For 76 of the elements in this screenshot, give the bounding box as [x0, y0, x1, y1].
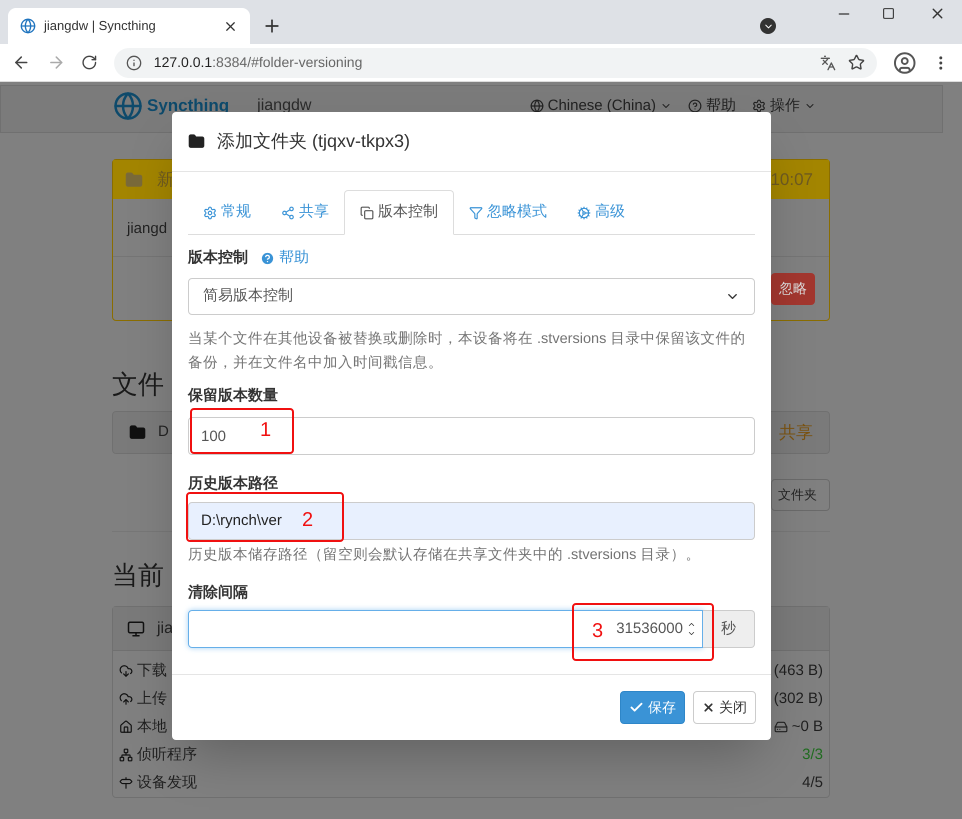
versioning-select[interactable]: 简易版本控制	[188, 278, 755, 314]
url-text: 127.0.0.1:8384/#folder-versioning	[154, 53, 364, 72]
stat-label: 本地	[137, 716, 167, 737]
cloud-upload-icon	[119, 692, 133, 706]
stat-label: 下载	[137, 660, 167, 681]
favicon-icon	[20, 18, 36, 34]
globe-icon	[530, 99, 544, 113]
copy-icon	[360, 206, 374, 220]
annotation-number: 1	[260, 419, 272, 441]
tab[interactable]: 共享	[266, 190, 344, 235]
save-button[interactable]: 保存	[620, 691, 685, 724]
field-label: 历史版本路径	[188, 474, 278, 494]
gears-icon	[577, 206, 591, 220]
help-text: 历史版本储存路径（留空则会默认存储在共享文件夹中的 .stversions 目录）。	[188, 546, 702, 564]
browser-tab[interactable]: jiangdw | Syncthing	[8, 8, 250, 44]
device-title: jia	[157, 618, 174, 638]
field-label: 保留版本数量	[188, 386, 278, 406]
stat-label: 侦听程序	[137, 744, 197, 765]
help-icon	[260, 250, 275, 266]
notification-device: jiangd	[127, 220, 168, 237]
stat-label: 上传	[137, 688, 167, 709]
close-button[interactable]: 关闭	[693, 691, 756, 724]
tab[interactable]: 版本控制	[344, 190, 454, 235]
annotation-number: 2	[302, 509, 314, 531]
help-text: 当某个文件在其他设备被替换或删除时，本设备将在 .stversions 目录中保留该文件的备份，并在文件名中加入时间戳信息。	[188, 330, 746, 372]
ignore-button[interactable]: 忽略	[771, 272, 815, 304]
section-heading: 文件	[112, 368, 165, 401]
field-label: 版本控制	[188, 248, 248, 268]
dialog-title: 添加文件夹 (tjqxv-tkpx3)	[217, 130, 410, 153]
tab[interactable]: 忽略模式	[454, 190, 562, 235]
gear-icon	[752, 99, 766, 113]
add-folder-button[interactable]: 文件夹	[771, 479, 830, 511]
input-value: 31536000	[616, 618, 683, 639]
field-label: 清除间隔	[188, 582, 248, 602]
stat-value: ~0 B	[792, 716, 823, 737]
share-icon	[281, 206, 295, 220]
logo-icon	[113, 91, 143, 121]
device-icon	[127, 620, 145, 638]
actions-menu[interactable]: 操作	[752, 94, 816, 118]
folder-status: 共享	[779, 422, 813, 444]
info-icon	[126, 54, 142, 70]
language-menu[interactable]: Chinese (China)	[530, 94, 672, 118]
signpost-icon	[119, 776, 133, 790]
tab-title: jiangdw | Syncthing	[44, 17, 157, 36]
folder-icon	[129, 424, 146, 441]
tab[interactable]: 常规	[188, 190, 266, 235]
network-icon	[119, 748, 133, 762]
reload-icon[interactable]	[81, 54, 98, 71]
funnel-icon	[469, 206, 483, 220]
unit-addon: 秒	[703, 610, 755, 648]
section-heading: 当前	[112, 559, 165, 592]
help-menu[interactable]: 帮助	[688, 94, 736, 118]
gear-icon	[203, 206, 217, 220]
bookmark-star-icon[interactable]	[848, 54, 865, 71]
cloud-download-icon	[119, 664, 133, 678]
help-link[interactable]: 帮助	[260, 247, 309, 270]
help-icon	[688, 99, 702, 113]
stat-value: 4/5	[802, 772, 823, 793]
profile-menu-icon[interactable]	[760, 18, 776, 34]
folder-name: D	[158, 422, 169, 442]
folder-icon	[125, 170, 143, 188]
folder-icon	[188, 133, 205, 150]
device-name: jiangdw	[257, 96, 312, 116]
stat-value: (302 B)	[774, 688, 823, 709]
translate-icon[interactable]	[820, 54, 836, 70]
home-icon	[119, 720, 133, 734]
maximize-icon[interactable]	[882, 7, 895, 20]
annotation-number: 3	[592, 620, 604, 642]
stat-value: (463 B)	[774, 660, 823, 681]
avatar-icon[interactable]	[892, 50, 916, 74]
tab[interactable]: 高级	[562, 190, 640, 235]
stat-value: 3/3	[802, 744, 823, 765]
close-icon	[702, 701, 715, 714]
address-bar[interactable]: 127.0.0.1:8384/#folder-versioning	[114, 48, 877, 78]
spinner-icon[interactable]	[687, 620, 696, 638]
stat-label: 设备发现	[137, 772, 197, 793]
